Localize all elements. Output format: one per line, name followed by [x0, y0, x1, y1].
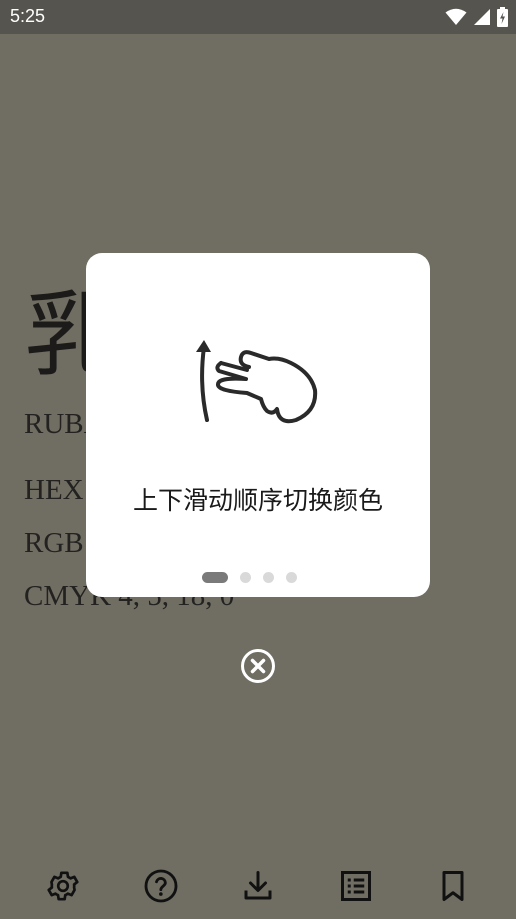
help-button[interactable] — [141, 866, 181, 906]
page-dot — [263, 572, 274, 583]
status-icons — [445, 7, 508, 27]
tutorial-card: 上下滑动顺序切换颜色 — [86, 253, 430, 597]
settings-button[interactable] — [43, 866, 83, 906]
status-bar: 5:25 — [0, 0, 516, 34]
help-icon — [144, 869, 178, 903]
status-time: 5:25 — [10, 6, 46, 26]
wifi-icon — [445, 8, 467, 25]
list-icon — [341, 871, 371, 901]
swipe-up-hand-icon — [196, 340, 318, 424]
page-dot-active — [202, 572, 228, 583]
page-dot — [240, 572, 251, 583]
battery-charging-icon — [497, 7, 508, 27]
download-icon — [244, 871, 272, 900]
close-tutorial-button[interactable] — [240, 648, 276, 684]
signal-icon — [474, 9, 490, 25]
rgb-line: RGB — [24, 527, 84, 559]
download-button[interactable] — [238, 866, 278, 906]
list-button[interactable] — [336, 866, 376, 906]
settings-icon — [47, 871, 79, 901]
hex-line: HEX — [24, 474, 84, 506]
bottom-toolbar — [0, 856, 516, 916]
close-circle-icon — [241, 649, 275, 683]
bookmark-icon — [442, 871, 464, 901]
tutorial-text: 上下滑动顺序切换颜色 — [132, 486, 383, 515]
page-dot — [286, 572, 297, 583]
bookmark-button[interactable] — [433, 866, 473, 906]
page-indicator — [202, 572, 297, 583]
